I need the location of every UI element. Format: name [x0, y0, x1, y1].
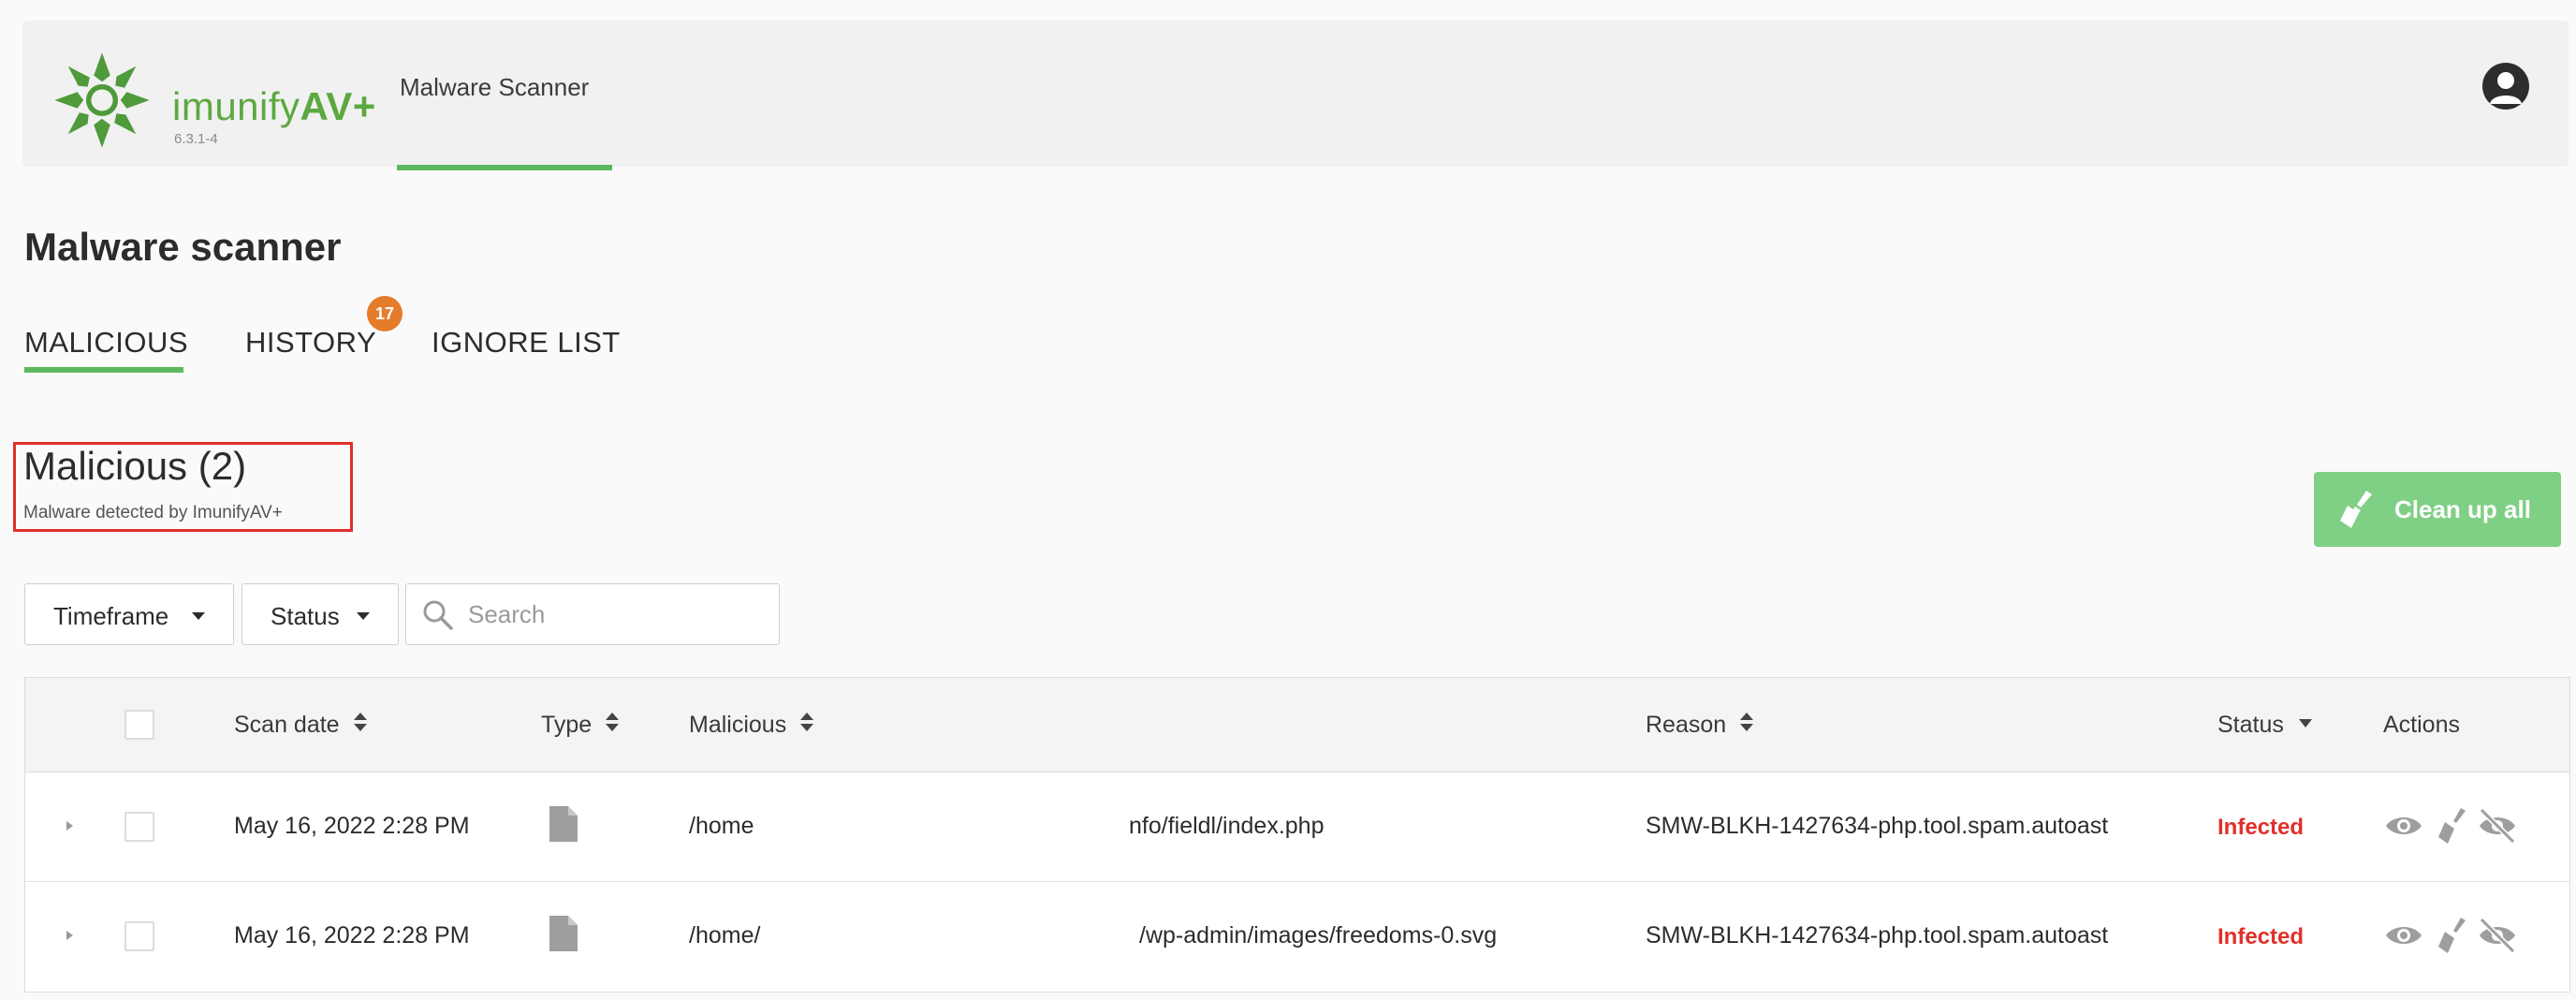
- table-row: May 16, 2022 2:28 PM /home nfo/fieldl/in…: [25, 772, 2569, 882]
- scan-date-cell: May 16, 2022 2:28 PM: [234, 813, 470, 839]
- column-status[interactable]: Status: [2217, 712, 2312, 739]
- sort-desc-icon: [2298, 718, 2312, 728]
- sort-icon: [353, 711, 368, 735]
- column-type[interactable]: Type: [541, 712, 620, 739]
- search-icon: [423, 600, 453, 630]
- app-version: 6.3.1-4: [174, 131, 218, 147]
- file-icon: [549, 916, 578, 951]
- user-avatar-icon[interactable]: [2482, 63, 2529, 110]
- reason-cell: SMW-BLKH-1427634-php.tool.spam.autoast: [1646, 922, 2109, 949]
- malicious-path-end: nfo/fieldl/index.php: [1129, 813, 1325, 839]
- nav-malware-scanner[interactable]: Malware Scanner: [397, 21, 612, 170]
- table-row: May 16, 2022 2:28 PM /home/ /wp-admin/im…: [25, 882, 2569, 992]
- tab-history-label: HISTORY: [245, 326, 377, 359]
- eye-icon[interactable]: [2384, 916, 2423, 955]
- status-badge: Infected: [2217, 924, 2305, 949]
- malicious-path-end: /wp-admin/images/freedoms-0.svg: [1139, 922, 1498, 949]
- tab-malicious-label: MALICIOUS: [24, 326, 189, 359]
- page-title: Malware scanner: [24, 225, 342, 269]
- row-checkbox[interactable]: [124, 812, 154, 842]
- nav-active-indicator: [397, 165, 612, 170]
- broom-icon: [2340, 491, 2372, 528]
- broom-icon[interactable]: [2437, 806, 2468, 846]
- eye-icon[interactable]: [2384, 806, 2423, 846]
- column-malicious[interactable]: Malicious: [689, 712, 814, 739]
- clean-up-all-label: Clean up all: [2394, 495, 2531, 523]
- clean-up-all-button[interactable]: Clean up all: [2314, 472, 2561, 547]
- reason-cell: SMW-BLKH-1427634-php.tool.spam.autoast: [1646, 813, 2109, 839]
- caret-down-icon: [357, 612, 370, 620]
- column-actions: Actions: [2383, 712, 2460, 738]
- file-icon: [549, 806, 578, 842]
- nav-malware-scanner-label: Malware Scanner: [400, 73, 590, 101]
- eye-slash-icon[interactable]: [2476, 806, 2519, 846]
- tab-active-indicator: [24, 367, 183, 373]
- scan-date-cell: May 16, 2022 2:28 PM: [234, 922, 470, 949]
- malware-table: Scan date Type Malicious Reason Status A…: [24, 677, 2570, 993]
- column-scan-date[interactable]: Scan date: [234, 712, 368, 739]
- expand-row-icon[interactable]: [66, 821, 73, 831]
- imunify-logo: [54, 52, 150, 148]
- malicious-path-start: /home/: [689, 922, 761, 949]
- tab-ignore-list-label: IGNORE LIST: [432, 326, 621, 359]
- caret-down-icon: [192, 612, 205, 620]
- row-checkbox[interactable]: [124, 921, 154, 951]
- sort-icon: [1739, 711, 1754, 735]
- brand-name: imunifyAV+: [172, 84, 376, 128]
- status-dropdown[interactable]: Status: [242, 583, 399, 645]
- status-filter-label: Status: [271, 602, 340, 630]
- table-header: Scan date Type Malicious Reason Status A…: [25, 678, 2569, 772]
- column-reason[interactable]: Reason: [1646, 712, 1754, 739]
- eye-slash-icon[interactable]: [2476, 916, 2519, 955]
- broom-icon[interactable]: [2437, 916, 2468, 955]
- search-box[interactable]: [405, 583, 780, 645]
- tab-history[interactable]: HISTORY: [245, 326, 376, 360]
- status-badge: Infected: [2217, 815, 2305, 840]
- section-subtitle: Malware detected by ImunifyAV+: [23, 503, 283, 522]
- timeframe-label: Timeframe: [53, 602, 169, 630]
- history-count-badge: 17: [367, 296, 402, 331]
- search-input[interactable]: [468, 594, 768, 635]
- tab-malicious[interactable]: MALICIOUS: [24, 326, 189, 373]
- expand-row-icon[interactable]: [66, 931, 73, 940]
- malicious-path-start: /home: [689, 813, 754, 839]
- timeframe-dropdown[interactable]: Timeframe: [24, 583, 234, 645]
- sort-icon: [799, 711, 814, 735]
- section-title: Malicious (2): [23, 444, 247, 488]
- top-header: imunifyAV+ 6.3.1-4 Malware Scanner: [22, 21, 2569, 170]
- tab-ignore-list[interactable]: IGNORE LIST: [432, 326, 621, 360]
- sort-icon: [605, 711, 620, 735]
- select-all-checkbox[interactable]: [124, 710, 154, 740]
